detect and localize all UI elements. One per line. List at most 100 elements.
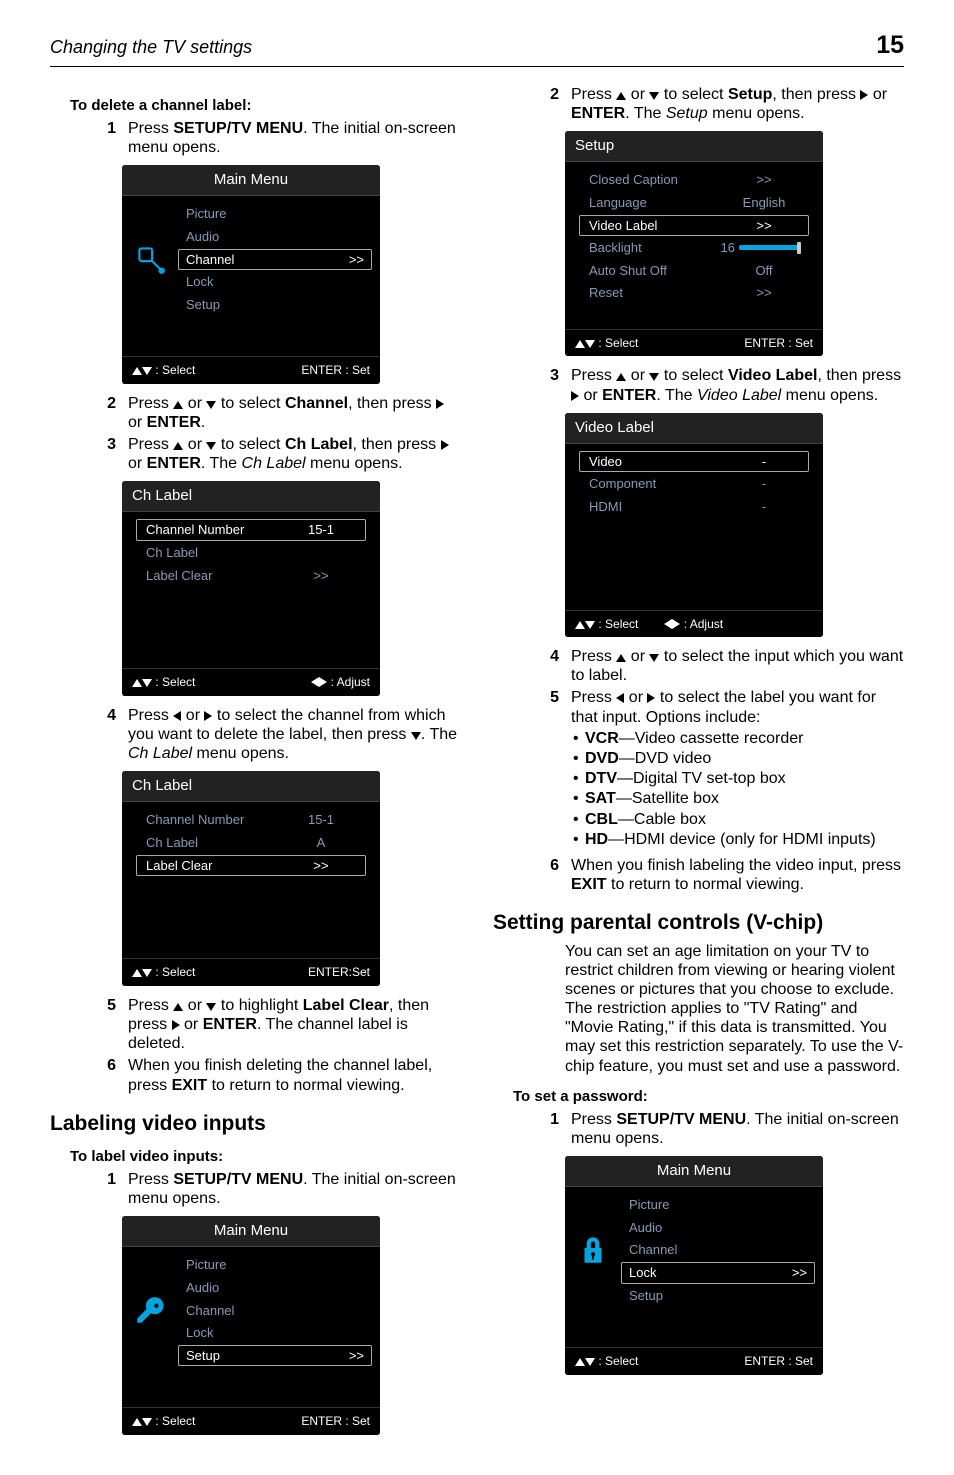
menu-item-setup: Setup bbox=[621, 1285, 815, 1307]
row-video-label: Video Label>> bbox=[579, 215, 809, 237]
row-ch-label: Ch Label bbox=[136, 542, 366, 564]
step-num-r3: 3 bbox=[533, 366, 571, 404]
menu-title: Main Menu bbox=[122, 165, 380, 196]
step-text-5: Press or to highlight Label Clear, then … bbox=[128, 996, 461, 1054]
menu-item-picture: Picture bbox=[621, 1194, 815, 1216]
footer-select: : Select bbox=[575, 336, 638, 350]
menu-item-audio: Audio bbox=[178, 1277, 372, 1299]
footer-enter: ENTER : Set bbox=[744, 1354, 813, 1368]
menu-main-setup: Main Menu Picture Audio Channel Lock Set… bbox=[122, 1216, 380, 1434]
opt-dtv: DTV—Digital TV set-top box bbox=[571, 769, 904, 788]
section-title: Changing the TV settings bbox=[50, 37, 252, 59]
step-num-r4: 4 bbox=[533, 647, 571, 685]
step-text-1: Press SETUP/TV MENU. The initial on-scre… bbox=[128, 119, 461, 157]
menu-main-lock: Main Menu Picture Audio Channel Lock>> S… bbox=[565, 1156, 823, 1374]
footer-select: : Select bbox=[132, 1414, 195, 1428]
row-component: Component- bbox=[579, 473, 809, 495]
row-closed-caption: Closed Caption>> bbox=[579, 169, 809, 191]
step-num-6: 6 bbox=[90, 1056, 128, 1094]
menu-video-label: Video Label Video- Component- HDMI- : Se… bbox=[565, 413, 823, 637]
step-text-p1: Press SETUP/TV MENU. The initial on-scre… bbox=[571, 1110, 904, 1148]
menu-item-setup: Setup bbox=[178, 294, 372, 316]
menu-title: Main Menu bbox=[565, 1156, 823, 1187]
menu-title: Ch Label bbox=[122, 771, 380, 802]
opt-hd: HD—HDMI device (only for HDMI inputs) bbox=[571, 830, 904, 849]
row-backlight: Backlight 16 bbox=[579, 237, 809, 259]
footer-enter: ENTER : Set bbox=[744, 336, 813, 350]
menu-title: Video Label bbox=[565, 413, 823, 444]
menu-item-setup: Setup>> bbox=[178, 1345, 372, 1367]
heading-to-delete-channel-label: To delete a channel label: bbox=[50, 97, 461, 115]
step-text-4: Press or to select the channel from whic… bbox=[128, 706, 461, 764]
step-num-2: 2 bbox=[90, 394, 128, 432]
parental-intro-text: You can set an age limitation on your TV… bbox=[493, 942, 904, 1076]
step-text-r4: Press or to select the input which you w… bbox=[571, 647, 904, 685]
step-num-m1: 1 bbox=[90, 1170, 128, 1208]
menu-setup: Setup Closed Caption>> LanguageEnglish V… bbox=[565, 131, 823, 356]
page-header: Changing the TV settings 15 bbox=[50, 30, 904, 67]
wrench-icon bbox=[130, 1253, 170, 1367]
step-text-m1: Press SETUP/TV MENU. The initial on-scre… bbox=[128, 1170, 461, 1208]
row-label-clear: Label Clear>> bbox=[136, 855, 366, 877]
row-auto-shut-off: Auto Shut OffOff bbox=[579, 260, 809, 282]
step-text-6: When you finish deleting the channel lab… bbox=[128, 1056, 461, 1094]
row-language: LanguageEnglish bbox=[579, 192, 809, 214]
step-text-r2: Press or to select Setup, then press or … bbox=[571, 85, 904, 123]
satellite-icon bbox=[130, 202, 170, 316]
step-num-3: 3 bbox=[90, 435, 128, 473]
row-video: Video- bbox=[579, 451, 809, 473]
footer-select: : Select bbox=[132, 965, 195, 979]
step-text-3: Press or to select Ch Label, then press … bbox=[128, 435, 461, 473]
step-num-4: 4 bbox=[90, 706, 128, 764]
footer-select: : Select bbox=[132, 675, 195, 689]
menu-item-channel: Channel bbox=[621, 1239, 815, 1261]
menu-ch-label-1: Ch Label Channel Number15-1 Ch Label Lab… bbox=[122, 481, 380, 695]
footer-adjust: : Adjust bbox=[311, 675, 370, 689]
step-text-2: Press or to select Channel, then press o… bbox=[128, 394, 461, 432]
heading-setting-parental-controls: Setting parental controls (V-chip) bbox=[493, 910, 904, 935]
opt-cbl: CBL—Cable box bbox=[571, 810, 904, 829]
menu-item-channel: Channel>> bbox=[178, 249, 372, 271]
menu-item-lock: Lock>> bbox=[621, 1262, 815, 1284]
step-num-p1: 1 bbox=[533, 1110, 571, 1148]
opt-vcr: VCR—Video cassette recorder bbox=[571, 729, 904, 748]
footer-select: : Select bbox=[575, 1354, 638, 1368]
heading-labeling-video-inputs: Labeling video inputs bbox=[50, 1111, 461, 1136]
menu-item-audio: Audio bbox=[178, 226, 372, 248]
row-label-clear: Label Clear>> bbox=[136, 565, 366, 587]
heading-to-label-video-inputs: To label video inputs: bbox=[50, 1148, 461, 1166]
menu-ch-label-2: Ch Label Channel Number15-1 Ch LabelA La… bbox=[122, 771, 380, 985]
footer-enter: ENTER:Set bbox=[308, 965, 370, 979]
step-num-1: 1 bbox=[90, 119, 128, 157]
menu-main-channel: Main Menu Picture Audio Channel>> Lock S… bbox=[122, 165, 380, 383]
menu-item-channel: Channel bbox=[178, 1300, 372, 1322]
footer-enter: ENTER : Set bbox=[301, 1414, 370, 1428]
step-num-r2: 2 bbox=[533, 85, 571, 123]
footer-select: : Select bbox=[575, 617, 638, 631]
footer-adjust: : Adjust bbox=[664, 617, 723, 631]
step-num-5: 5 bbox=[90, 996, 128, 1054]
opt-sat: SAT—Satellite box bbox=[571, 789, 904, 808]
footer-enter: ENTER : Set bbox=[301, 363, 370, 377]
menu-title: Setup bbox=[565, 131, 823, 162]
footer-select: : Select bbox=[132, 363, 195, 377]
row-ch-label: Ch LabelA bbox=[136, 832, 366, 854]
menu-item-audio: Audio bbox=[621, 1217, 815, 1239]
step-text-r6: When you finish labeling the video input… bbox=[571, 856, 904, 894]
menu-item-picture: Picture bbox=[178, 1254, 372, 1276]
menu-title: Ch Label bbox=[122, 481, 380, 512]
step-text-r5: Press or to select the label you want fo… bbox=[571, 688, 904, 853]
lock-icon bbox=[573, 1193, 613, 1307]
row-channel-number: Channel Number15-1 bbox=[136, 519, 366, 541]
menu-title: Main Menu bbox=[122, 1216, 380, 1247]
menu-item-picture: Picture bbox=[178, 203, 372, 225]
step-num-r5: 5 bbox=[533, 688, 571, 853]
row-channel-number: Channel Number15-1 bbox=[136, 809, 366, 831]
opt-dvd: DVD—DVD video bbox=[571, 749, 904, 768]
menu-item-lock: Lock bbox=[178, 1322, 372, 1344]
row-reset: Reset>> bbox=[579, 282, 809, 304]
row-hdmi: HDMI- bbox=[579, 496, 809, 518]
step-text-r3: Press or to select Video Label, then pre… bbox=[571, 366, 904, 404]
menu-item-lock: Lock bbox=[178, 271, 372, 293]
heading-to-set-password: To set a password: bbox=[493, 1088, 904, 1106]
